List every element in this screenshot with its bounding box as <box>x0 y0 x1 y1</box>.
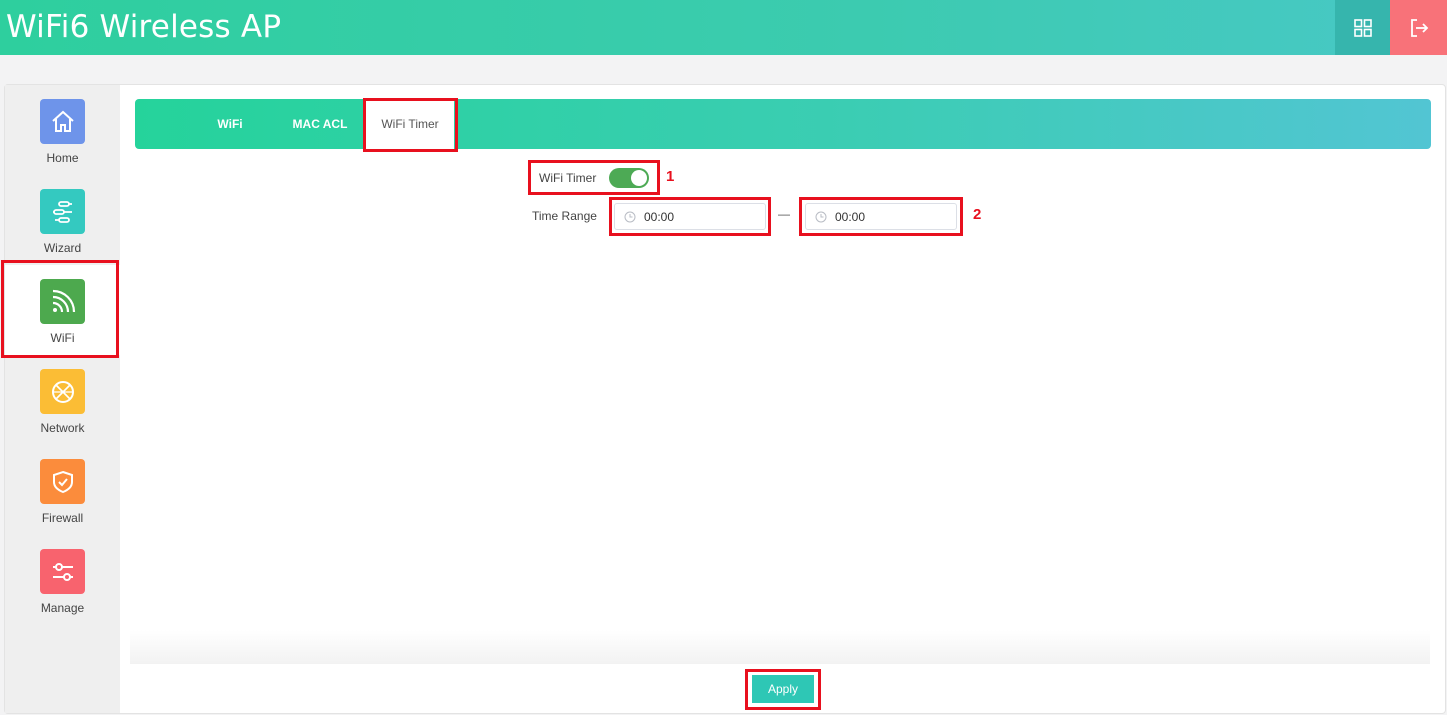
logout-button[interactable] <box>1390 0 1447 55</box>
sidebar-item-wifi[interactable]: WiFi <box>5 265 120 355</box>
main-panel <box>4 84 1446 714</box>
annotation-marker-2: 2 <box>973 206 982 223</box>
wifi-timer-label: WiFi Timer <box>539 171 597 185</box>
sliders-icon <box>40 549 85 594</box>
sidebar-item-home[interactable]: Home <box>5 85 120 175</box>
app-title: WiFi6 Wireless AP <box>6 9 282 45</box>
toggle-knob <box>631 170 647 186</box>
sidebar-item-label: Network <box>40 421 85 435</box>
start-time-value: 00:00 <box>644 210 675 224</box>
shield-icon <box>40 459 85 504</box>
sidebar-item-manage[interactable]: Manage <box>5 535 120 625</box>
end-time-value: 00:00 <box>835 210 866 224</box>
apply-button[interactable]: Apply <box>752 675 814 703</box>
wifi-timer-toggle[interactable] <box>609 168 649 188</box>
sidebar-item-label: Firewall <box>41 511 84 525</box>
home-icon <box>40 99 85 144</box>
footer-divider <box>130 630 1430 664</box>
tab-wifi-timer[interactable]: WiFi Timer <box>366 99 454 149</box>
annotation-marker-1: 1 <box>666 168 675 185</box>
time-range-label: Time Range <box>532 209 597 223</box>
tab-mac-acl[interactable]: MAC ACL <box>280 99 360 149</box>
sidebar-item-network[interactable]: Network <box>5 355 120 445</box>
tab-wifi[interactable]: WiFi <box>195 99 265 149</box>
sidebar: Home Wizard WiFi Network Firewall Manage <box>5 85 120 713</box>
apps-grid-button[interactable] <box>1335 0 1390 55</box>
logout-icon <box>1410 18 1428 37</box>
clock-icon <box>815 211 827 223</box>
sidebar-item-label: WiFi <box>50 331 75 345</box>
sidebar-item-wizard[interactable]: Wizard <box>5 175 120 265</box>
end-time-input[interactable]: 00:00 <box>805 203 957 230</box>
clock-icon <box>624 211 636 223</box>
tab-bar: WiFi MAC ACL WiFi Timer <box>135 99 1431 149</box>
sidebar-item-firewall[interactable]: Firewall <box>5 445 120 535</box>
range-separator: — <box>778 207 790 221</box>
sidebar-item-label: Manage <box>40 601 85 615</box>
globe-icon <box>40 369 85 414</box>
top-header: WiFi6 Wireless AP <box>0 0 1447 55</box>
sidebar-item-label: Wizard <box>43 241 82 255</box>
wifi-icon <box>40 279 85 324</box>
start-time-input[interactable]: 00:00 <box>614 203 766 230</box>
sidebar-item-label: Home <box>46 151 79 165</box>
grid-icon <box>1353 18 1372 37</box>
wizard-icon <box>40 189 85 234</box>
